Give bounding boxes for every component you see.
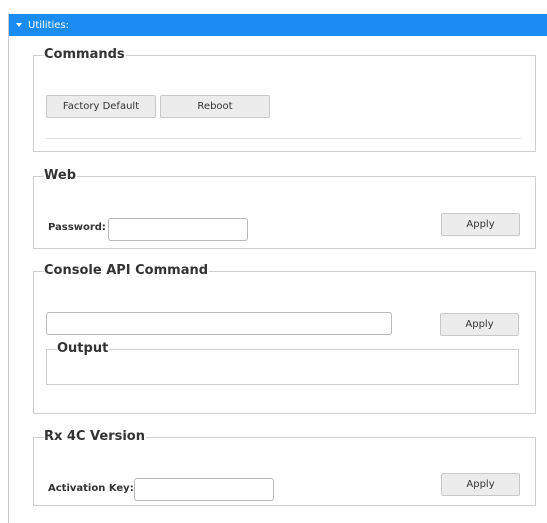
utilities-header[interactable]: Utilities: — [9, 14, 547, 36]
web-legend: Web — [44, 168, 76, 183]
output-section: Output — [46, 342, 519, 385]
console-command-input[interactable] — [46, 312, 392, 335]
activation-key-input[interactable] — [134, 478, 274, 501]
commands-legend: Commands — [44, 47, 125, 62]
web-section: Web Password: Apply — [33, 169, 536, 249]
version-legend: Rx 4C Version — [44, 429, 145, 444]
console-apply-button[interactable]: Apply — [440, 313, 519, 336]
password-label: Password: — [48, 222, 106, 233]
collapse-triangle-icon[interactable] — [16, 23, 22, 27]
web-apply-button[interactable]: Apply — [441, 213, 520, 236]
console-api-legend: Console API Command — [44, 263, 209, 278]
output-legend: Output — [57, 341, 109, 356]
version-apply-button[interactable]: Apply — [441, 473, 520, 496]
password-input[interactable] — [108, 218, 248, 241]
console-api-section: Console API Command Apply — [33, 264, 536, 414]
commands-divider — [46, 138, 521, 139]
utilities-title: Utilities: — [28, 19, 70, 31]
factory-default-button[interactable]: Factory Default — [46, 95, 156, 118]
commands-section: Commands Factory Default Reboot — [33, 48, 536, 152]
reboot-button[interactable]: Reboot — [160, 95, 270, 118]
activation-key-label: Activation Key: — [48, 483, 134, 494]
version-section: Rx 4C Version Activation Key: Apply — [33, 430, 536, 506]
